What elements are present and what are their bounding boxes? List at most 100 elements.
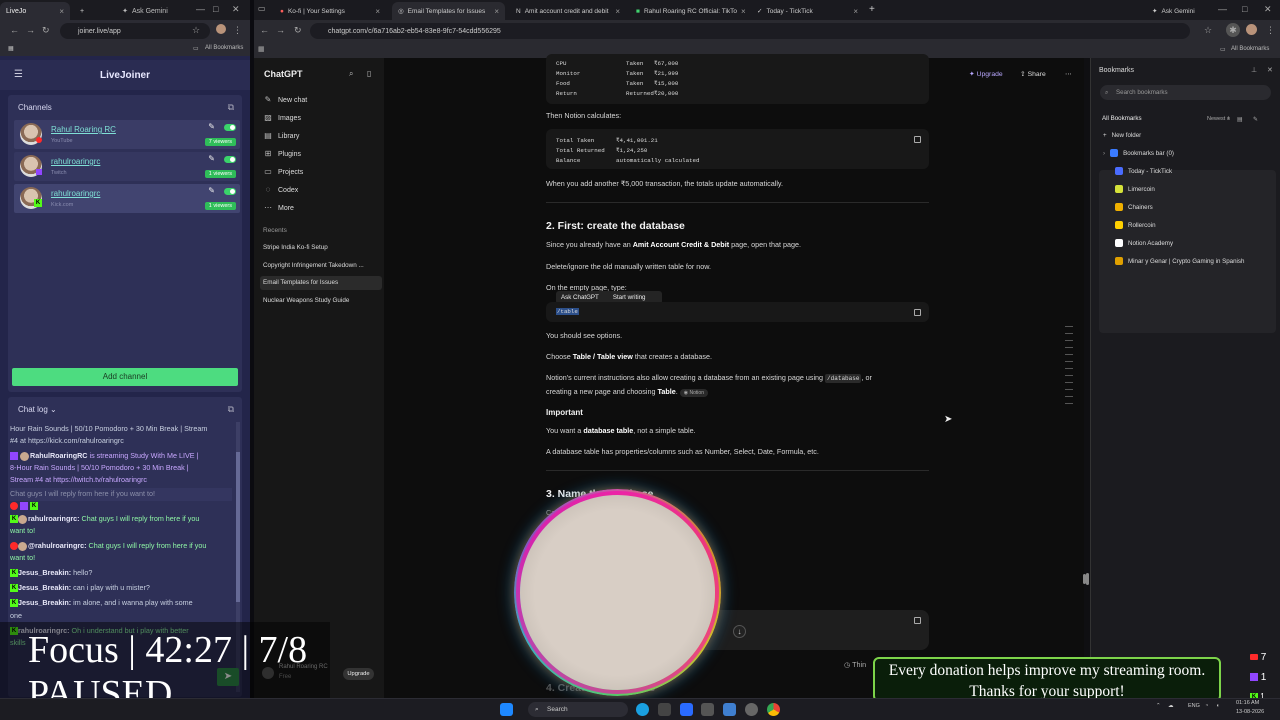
brand-title[interactable]: ChatGPT bbox=[264, 69, 303, 79]
profile-avatar[interactable] bbox=[216, 24, 226, 34]
apps-icon[interactable]: ▦ bbox=[258, 45, 265, 53]
channel-row[interactable]: K rahulroaringrc Kick.com ✎ 1 viewers bbox=[14, 184, 240, 213]
channel-toggle[interactable] bbox=[224, 188, 236, 195]
forward-icon[interactable]: → bbox=[26, 25, 35, 35]
recent-chat[interactable]: Nuclear Weapons Study Guide bbox=[260, 294, 382, 308]
tab-livejoiner[interactable]: LiveJo × bbox=[0, 2, 70, 20]
sort-dropdown[interactable]: Newest ⩲ bbox=[1207, 112, 1230, 126]
nav-images[interactable]: ▨ Images bbox=[264, 114, 301, 122]
ask-gemini-button[interactable]: ✦ Ask Gemini bbox=[1146, 2, 1204, 20]
tab-tiktok[interactable]: ■ Rahul Roaring RC Official: TikTo × bbox=[630, 2, 746, 20]
language-indicator[interactable]: ENG bbox=[1188, 703, 1200, 709]
scroll-down-button[interactable]: ↓ bbox=[733, 625, 746, 638]
clock-time[interactable]: 01:16 AM bbox=[1236, 700, 1259, 706]
channel-row[interactable]: rahulroaringrc Twitch ✎ 1 viewers bbox=[14, 152, 240, 181]
ask-chatgpt-button[interactable]: Ask ChatGPT bbox=[561, 294, 599, 301]
file-explorer-icon[interactable] bbox=[723, 703, 736, 716]
pin-icon[interactable]: ⊥ bbox=[1251, 66, 1257, 74]
bookmark-item[interactable]: Minar y Genar | Crypto Gaming in Spanish bbox=[1115, 255, 1244, 269]
bookmark-item[interactable]: Chainers bbox=[1115, 201, 1153, 215]
recent-chat[interactable]: Stripe India Ko-fi Setup bbox=[260, 241, 382, 255]
volume-icon[interactable]: ◖ bbox=[1216, 703, 1219, 709]
tab-kofi[interactable]: ● Ko-fi | Your Settings × bbox=[274, 2, 386, 20]
close-icon[interactable]: × bbox=[375, 7, 380, 16]
ask-gemini-button[interactable]: ✦ Ask Gemini bbox=[116, 2, 174, 20]
start-writing-button[interactable]: Start writing bbox=[613, 294, 646, 301]
close-icon[interactable]: × bbox=[615, 7, 620, 16]
bookmark-item[interactable]: Rollercoin bbox=[1115, 219, 1156, 233]
new-tab-button[interactable]: + bbox=[74, 2, 90, 20]
url-field[interactable]: joiner.live/app bbox=[60, 23, 210, 39]
sidebar-toggle-icon[interactable]: ▯ bbox=[367, 69, 371, 78]
clock-date[interactable]: 13-08-2026 bbox=[1236, 709, 1264, 715]
edit-icon[interactable]: ✎ bbox=[208, 122, 215, 131]
chrome-icon[interactable] bbox=[767, 703, 780, 716]
nav-more[interactable]: ⋯ More bbox=[264, 204, 294, 212]
more-dots-icon[interactable]: ⋯ bbox=[1065, 70, 1072, 78]
share-button[interactable]: ⇪ Share bbox=[1020, 70, 1046, 78]
external-link-icon[interactable]: ⧉ bbox=[228, 102, 234, 113]
start-icon[interactable] bbox=[500, 703, 513, 716]
reload-icon[interactable]: ↻ bbox=[294, 25, 302, 36]
edit-icon[interactable]: ✎ bbox=[208, 154, 215, 163]
wifi-icon[interactable]: ◔ bbox=[1205, 703, 1208, 709]
ticktick-icon[interactable] bbox=[680, 703, 693, 716]
scrollbar-thumb[interactable] bbox=[1086, 573, 1089, 585]
scroll-minimap[interactable] bbox=[1065, 326, 1075, 410]
all-bookmarks-link[interactable]: All Bookmarks bbox=[205, 45, 243, 51]
nav-new-chat[interactable]: ✎ New chat bbox=[264, 96, 308, 104]
close-icon[interactable]: × bbox=[741, 7, 746, 16]
bookmark-item[interactable]: › Bookmarks bar (0) bbox=[1103, 147, 1174, 161]
channel-name[interactable]: Rahul Roaring RC bbox=[51, 125, 116, 134]
bookmark-item[interactable]: Limercoin bbox=[1115, 183, 1155, 197]
nav-codex[interactable]: ◌ Codex bbox=[264, 186, 299, 194]
url-field[interactable]: chatgpt.com/c/6a716ab2-eb54-83e8-9fc7-54… bbox=[310, 23, 1190, 39]
bookmark-item[interactable]: Notion Academy bbox=[1115, 237, 1173, 251]
bookmarks-search-input[interactable]: ⌕ Search bookmarks bbox=[1100, 85, 1271, 100]
view-icon[interactable]: ▤ bbox=[1237, 116, 1243, 123]
nav-plugins[interactable]: ⊞ Plugins bbox=[264, 150, 301, 158]
recent-chat[interactable]: Copyright Infringement Takedown ... bbox=[260, 259, 382, 273]
forward-icon[interactable]: → bbox=[276, 25, 285, 35]
cloud-icon[interactable]: ☁ bbox=[1168, 703, 1174, 709]
maximize-icon[interactable]: □ bbox=[213, 4, 218, 14]
source-badge[interactable]: ◉ Notion bbox=[679, 389, 708, 397]
copy-icon[interactable] bbox=[914, 309, 921, 316]
copy-icon[interactable] bbox=[914, 617, 921, 624]
tray-chevron-icon[interactable]: ⌃ bbox=[1156, 703, 1161, 709]
search-icon[interactable]: ⌕ bbox=[349, 69, 353, 79]
minimize-icon[interactable]: — bbox=[1218, 4, 1227, 14]
back-icon[interactable]: ← bbox=[260, 25, 269, 35]
bookmark-item[interactable]: Today - TickTick bbox=[1115, 165, 1172, 179]
nav-projects[interactable]: ▭ Projects bbox=[264, 168, 303, 176]
tab-menu-icon[interactable]: ▭ bbox=[258, 4, 266, 13]
all-bookmarks-link[interactable]: All Bookmarks bbox=[1231, 46, 1269, 52]
external-link-icon[interactable]: ⧉ bbox=[228, 404, 234, 415]
tab-amit-account[interactable]: N Amit account credit and debit × bbox=[510, 2, 626, 20]
channel-row[interactable]: Rahul Roaring RC YouTube ✎ 7 viewers bbox=[14, 120, 240, 149]
menu-dots-icon[interactable]: ⋮ bbox=[233, 25, 242, 36]
channel-toggle[interactable] bbox=[224, 156, 236, 163]
recent-chat-active[interactable]: Email Templates for Issues bbox=[260, 276, 382, 290]
tab-ticktick[interactable]: ✓ Today - TickTick × bbox=[751, 2, 864, 20]
copy-icon[interactable] bbox=[914, 136, 921, 143]
maximize-icon[interactable]: □ bbox=[1242, 4, 1247, 14]
close-window-icon[interactable]: ✕ bbox=[1264, 4, 1272, 15]
profile-avatar[interactable] bbox=[1246, 24, 1257, 35]
add-channel-button[interactable]: Add channel bbox=[12, 368, 238, 386]
edit-icon[interactable]: ✎ bbox=[1253, 116, 1258, 123]
close-window-icon[interactable]: ✕ bbox=[232, 4, 240, 15]
close-icon[interactable]: × bbox=[59, 7, 64, 16]
menu-dots-icon[interactable]: ⋮ bbox=[1266, 25, 1275, 36]
extensions-icon[interactable]: ✱ bbox=[1226, 23, 1240, 37]
notion-icon[interactable] bbox=[701, 703, 714, 716]
edge-icon[interactable] bbox=[636, 703, 649, 716]
github-icon[interactable] bbox=[658, 703, 671, 716]
channel-name[interactable]: rahulroaringrc bbox=[51, 189, 100, 198]
reload-icon[interactable]: ↻ bbox=[42, 25, 50, 36]
close-icon[interactable]: × bbox=[494, 7, 499, 16]
new-folder-button[interactable]: + New folder bbox=[1103, 129, 1141, 143]
settings-icon[interactable] bbox=[745, 703, 758, 716]
chat-log-title[interactable]: Chat log ⌄ bbox=[18, 405, 57, 414]
star-icon[interactable]: ☆ bbox=[192, 25, 200, 36]
